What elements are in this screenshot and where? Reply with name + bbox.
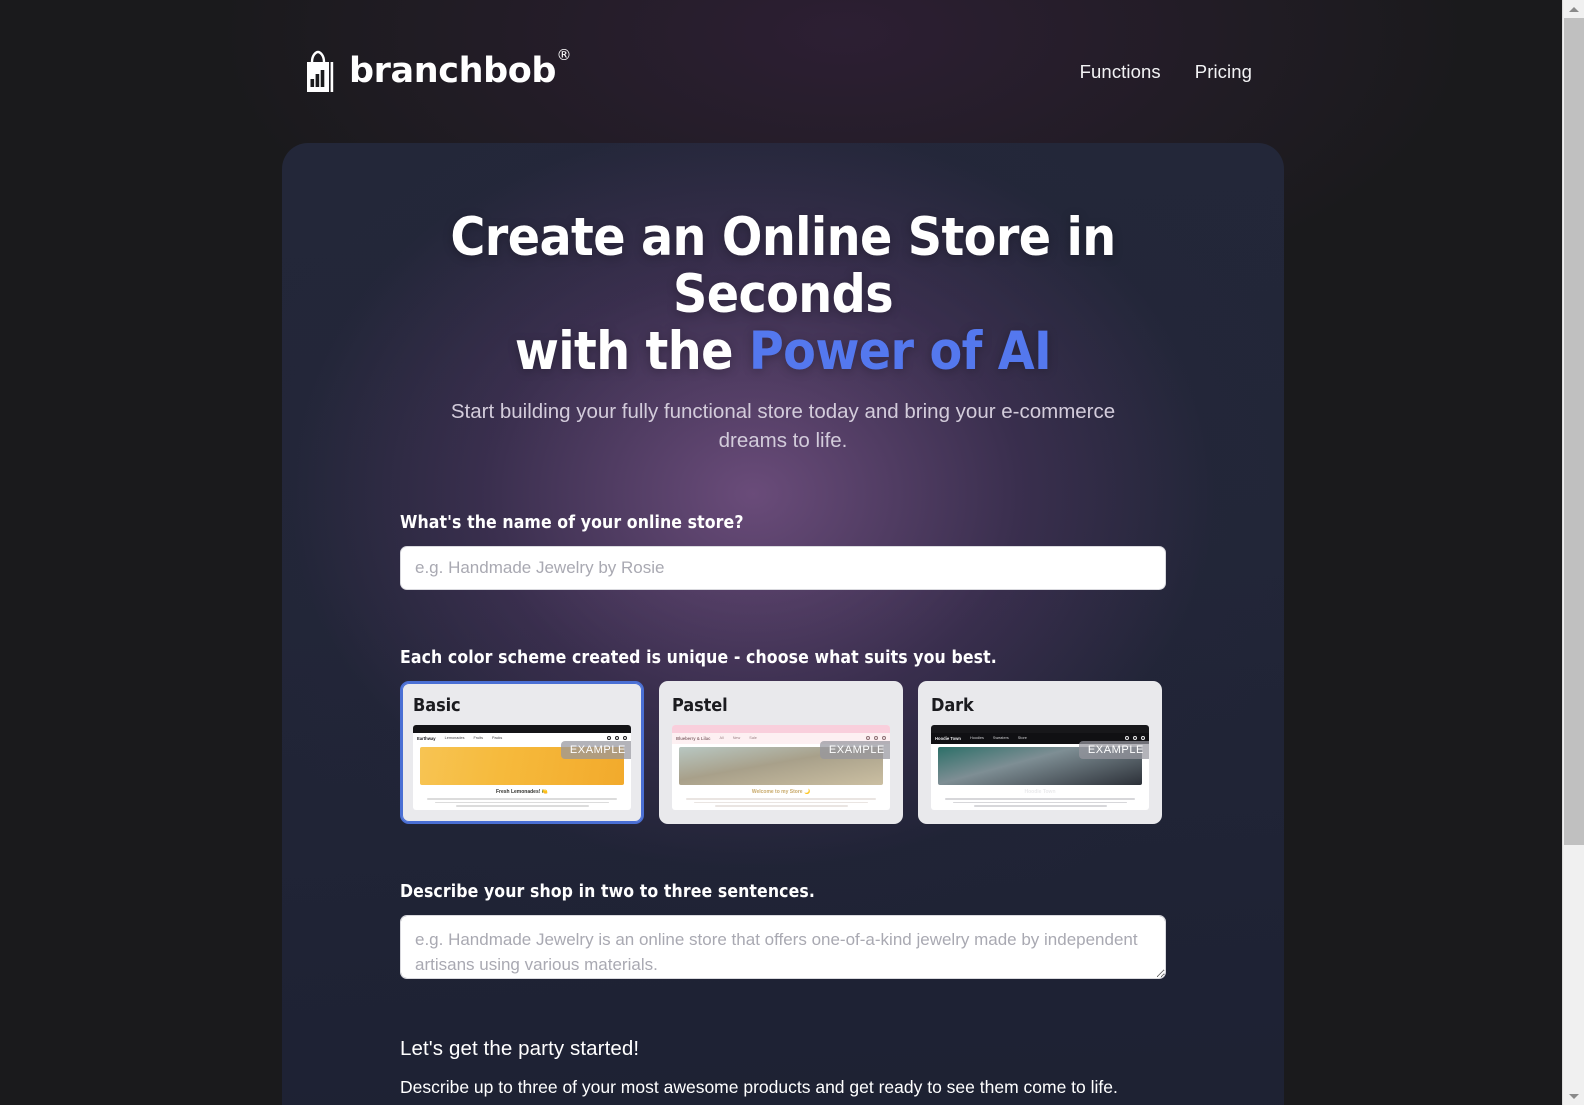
preview-nav-item: Fruits <box>473 736 483 741</box>
preview-announcement-bar <box>931 724 1149 733</box>
shop-description-field-group: Describe your shop in two to three sente… <box>400 882 1166 979</box>
site-header: branchbob ® Functions Pricing <box>0 0 1562 143</box>
color-scheme-preview-basic: Earthway Lemonades Fruits Packs Fresh Le… <box>413 724 631 810</box>
main-nav: Functions Pricing <box>1080 61 1252 83</box>
cart-icon <box>882 736 886 741</box>
vertical-scrollbar[interactable] <box>1562 0 1584 1105</box>
scroll-up-button[interactable] <box>1563 0 1584 18</box>
preview-nav-item: Sale <box>749 736 757 741</box>
preview-nav-item: Packs <box>491 736 503 741</box>
page-subtitle: Start building your fully functional sto… <box>450 399 1116 452</box>
shop-description-textarea[interactable] <box>400 914 1166 979</box>
preview-nav-icons <box>607 736 627 741</box>
scroll-down-button[interactable] <box>1563 1087 1584 1105</box>
preview-nav-item: New <box>732 736 741 741</box>
cart-icon <box>1141 736 1145 741</box>
preview-announcement-bar <box>672 724 890 733</box>
color-scheme-field-group: Each color scheme created is unique - ch… <box>400 648 1166 824</box>
search-icon <box>866 736 870 741</box>
preview-hero-caption: Welcome to my Store 🌙 <box>751 788 811 795</box>
preview-nav-item: Lemonades <box>444 736 465 741</box>
onboarding-card: Create an Online Store in Seconds with t… <box>282 143 1284 1105</box>
headline-line-2: with the <box>514 321 749 383</box>
color-scheme-label: Each color scheme created is unique - ch… <box>400 647 997 668</box>
preview-nav-item: Hoodies <box>969 736 984 741</box>
preview-body-lines <box>686 797 876 807</box>
nav-link-functions[interactable]: Functions <box>1080 61 1161 83</box>
color-scheme-options: Basic Earthway Lemonades Fruits Packs Fr… <box>400 680 1166 824</box>
page-title: Create an Online Store in Seconds with t… <box>400 209 1166 381</box>
preview-nav-icons <box>1125 736 1145 741</box>
color-scheme-option-pastel-label: Pastel <box>672 694 728 716</box>
preview-announcement-bar <box>413 724 631 733</box>
preview-nav-item: Store <box>1017 736 1027 741</box>
color-scheme-option-basic-label: Basic <box>413 694 461 716</box>
headline-accent: Power of AI <box>748 321 1052 383</box>
preview-nav-item: All <box>719 736 724 741</box>
color-scheme-option-basic[interactable]: Basic Earthway Lemonades Fruits Packs Fr… <box>400 680 644 824</box>
color-scheme-option-dark-label: Dark <box>931 694 974 716</box>
search-icon <box>1125 736 1129 741</box>
branchbob-logo[interactable]: branchbob ® <box>300 46 571 98</box>
preview-body-lines <box>945 797 1135 807</box>
color-scheme-option-dark[interactable]: Dark Hoodie Town Hoodies Sweaters Store <box>918 680 1162 824</box>
preview-logo: Earthway <box>417 735 436 741</box>
preview-logo: Blueberry & Lilac <box>676 735 711 741</box>
store-name-label: What's the name of your online store? <box>400 512 744 533</box>
products-field-group: Let's get the party started! Describe up… <box>400 1037 1166 1105</box>
page-scroll-area: branchbob ® Functions Pricing Create an O… <box>0 0 1562 1105</box>
preview-hero-caption: Fresh Lemonades! 🍋 <box>495 788 549 795</box>
scrollbar-thumb[interactable] <box>1564 18 1584 845</box>
chevron-up-icon <box>1569 6 1579 12</box>
shopping-bag-chart-icon <box>307 50 334 92</box>
preview-hero-caption: Hoodie Town <box>1024 788 1056 795</box>
color-scheme-preview-dark: Hoodie Town Hoodies Sweaters Store Hoodi… <box>931 724 1149 810</box>
brand-wordmark: branchbob ® <box>349 48 571 91</box>
browser-viewport: branchbob ® Functions Pricing Create an O… <box>0 0 1584 1105</box>
store-name-field-group: What's the name of your online store? <box>400 513 1166 590</box>
example-watermark: EXAMPLE <box>1078 740 1149 759</box>
preview-logo: Hoodie Town <box>935 735 961 741</box>
example-watermark: EXAMPLE <box>560 740 631 759</box>
preview-nav-item: Sweaters <box>992 736 1009 741</box>
preview-body-lines <box>427 797 617 807</box>
user-icon <box>1133 736 1137 741</box>
store-name-input[interactable] <box>400 545 1166 590</box>
nav-link-pricing[interactable]: Pricing <box>1195 61 1252 83</box>
brand-name-text: branchbob <box>349 51 557 91</box>
preview-nav-icons <box>866 736 886 741</box>
cart-icon <box>623 736 627 741</box>
products-heading: Let's get the party started! <box>400 1036 640 1060</box>
products-subheading: Describe up to three of your most awesom… <box>400 1076 1118 1097</box>
headline-line-1: Create an Online Store in Seconds <box>450 207 1116 326</box>
example-watermark: EXAMPLE <box>819 740 890 759</box>
chevron-down-icon <box>1569 1093 1579 1099</box>
shop-description-label: Describe your shop in two to three sente… <box>400 881 815 902</box>
user-icon <box>615 736 619 741</box>
search-icon <box>607 736 611 741</box>
color-scheme-option-pastel[interactable]: Pastel Blueberry & Lilac All New Sale We… <box>659 680 903 824</box>
user-icon <box>874 736 878 741</box>
registered-trademark-symbol: ® <box>556 46 572 64</box>
color-scheme-preview-pastel: Blueberry & Lilac All New Sale Welcome t… <box>672 724 890 810</box>
